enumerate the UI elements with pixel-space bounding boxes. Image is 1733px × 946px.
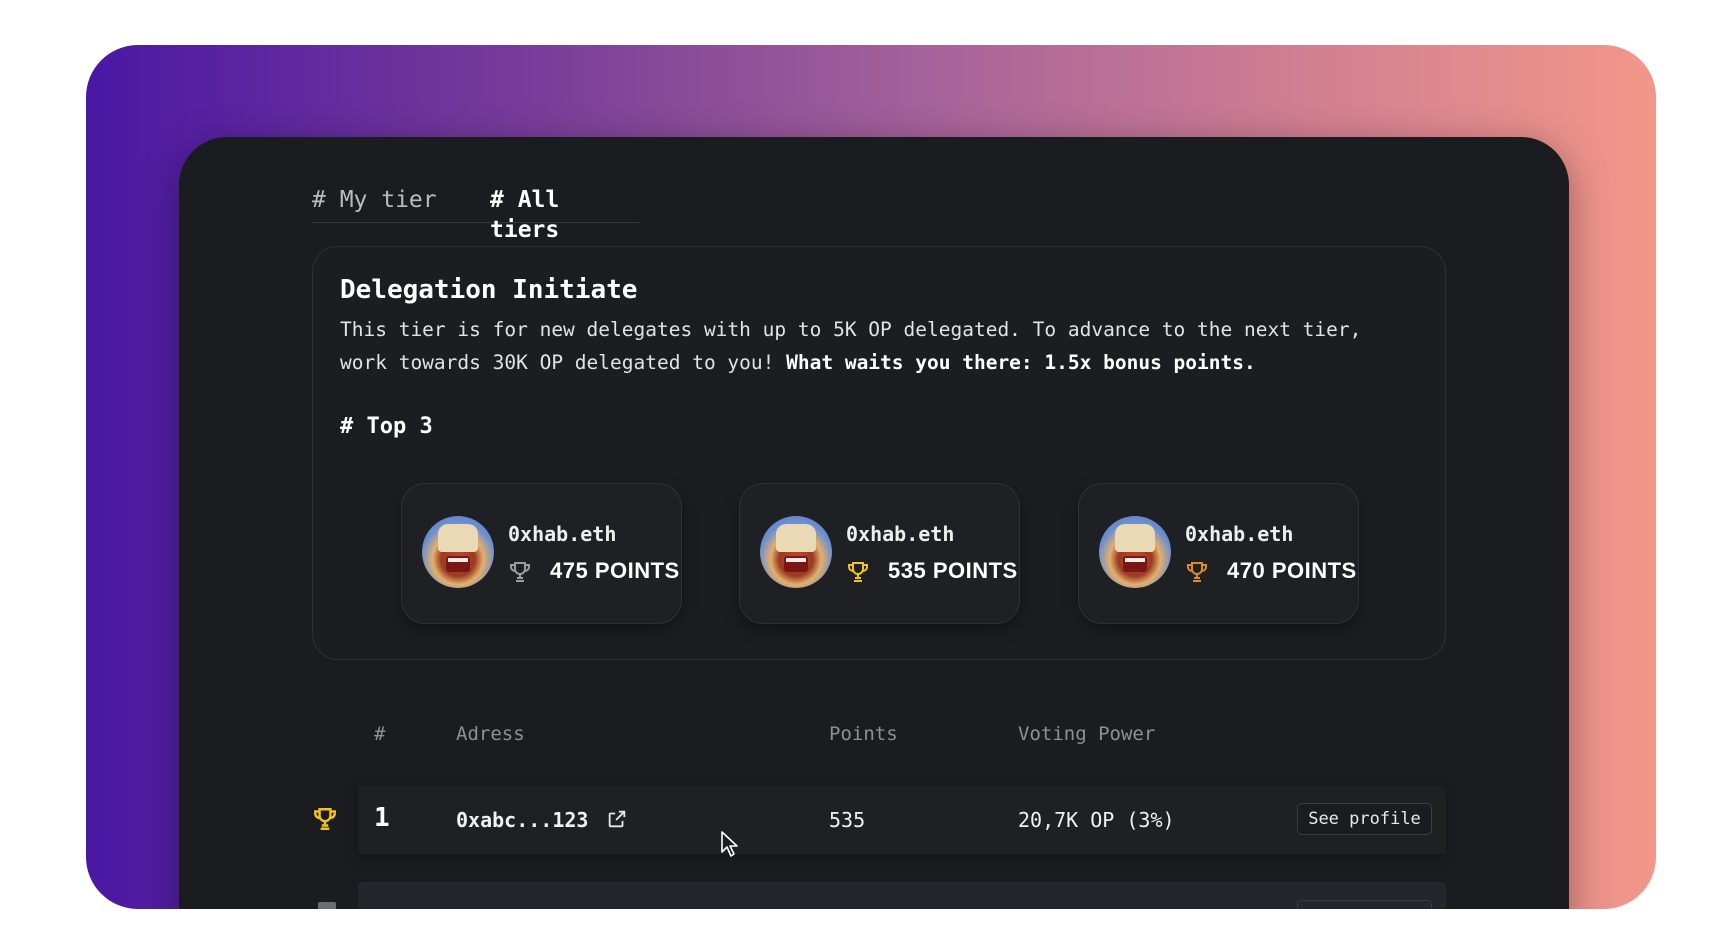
header-voting-power: Voting Power xyxy=(1018,723,1156,745)
tier-tabs: # My tier # All tiers xyxy=(312,185,639,243)
tier-description: This tier is for new delegates with up t… xyxy=(340,313,1400,379)
header-points: Points xyxy=(829,723,898,745)
top-card[interactable]: 0xhab.eth 475 POINTS xyxy=(401,483,682,624)
external-link-icon[interactable] xyxy=(606,808,628,830)
trophy-gold-icon xyxy=(848,562,868,582)
top-card-points: 475 POINTS xyxy=(550,558,680,583)
table-row[interactable] xyxy=(358,882,1446,909)
avatar xyxy=(422,516,494,588)
tab-my-tier[interactable]: # My tier xyxy=(312,185,437,215)
top-card[interactable]: 0xhab.eth 470 POINTS xyxy=(1078,483,1359,624)
bottom-margin xyxy=(0,909,1733,946)
top-card-name: 0xhab.eth xyxy=(846,522,955,546)
row-voting-power: 20,7K OP (3%) xyxy=(1018,808,1175,832)
top-card-points: 470 POINTS xyxy=(1227,558,1357,583)
row-points: 535 xyxy=(829,808,866,832)
header-address: Adress xyxy=(456,723,525,745)
trophy-silver-icon xyxy=(510,562,530,582)
mouse-cursor-icon xyxy=(721,831,738,857)
top-card-name: 0xhab.eth xyxy=(508,522,617,546)
tab-all-tiers[interactable]: # All tiers xyxy=(490,185,639,245)
top-card-name: 0xhab.eth xyxy=(1185,522,1294,546)
tier-title: Delegation Initiate xyxy=(340,275,638,305)
gradient-frame: # My tier # All tiers Delegation Initiat… xyxy=(86,45,1656,909)
avatar xyxy=(1099,516,1171,588)
top-card-points: 535 POINTS xyxy=(888,558,1018,583)
avatar xyxy=(760,516,832,588)
header-rank: # xyxy=(374,723,386,745)
top-card[interactable]: 0xhab.eth 535 POINTS xyxy=(739,483,1020,624)
trophy-gold-icon xyxy=(314,808,336,830)
top3-title: # Top 3 xyxy=(340,414,433,439)
see-profile-button[interactable]: See profile xyxy=(1297,803,1432,835)
row-address[interactable]: 0xabc...123 xyxy=(456,808,588,832)
tier-card: Delegation Initiate This tier is for new… xyxy=(312,246,1446,660)
tier-description-bonus: What waits you there: 1.5x bonus points. xyxy=(786,351,1256,374)
row-rank: 1 xyxy=(374,803,390,833)
trophy-bronze-icon xyxy=(1187,562,1207,582)
